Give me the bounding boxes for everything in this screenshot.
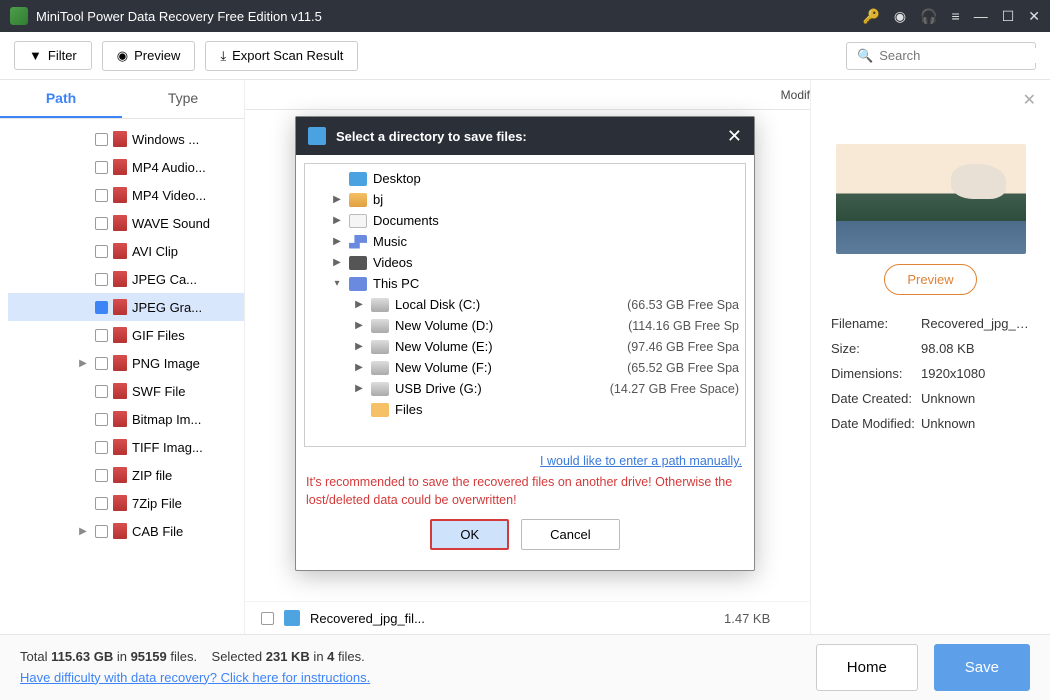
folder-icon — [349, 193, 367, 207]
folder-name: Desktop — [373, 171, 733, 186]
folder-icon — [349, 172, 367, 186]
chevron-icon[interactable]: ▶ — [353, 320, 365, 331]
folder-tree[interactable]: Desktop ▶ bj ▶ Documents ▶ Music ▶ Video… — [304, 163, 746, 447]
folder-name: New Volume (F:) — [395, 360, 621, 375]
folder-name: Files — [395, 402, 733, 417]
folder-row[interactable]: Desktop — [309, 168, 741, 189]
folder-row[interactable]: ▶ bj — [309, 189, 741, 210]
dialog-icon — [308, 127, 326, 145]
chevron-icon[interactable]: ▶ — [353, 362, 365, 373]
folder-row[interactable]: ▾ This PC — [309, 273, 741, 294]
folder-icon — [349, 277, 367, 291]
folder-row[interactable]: ▶ New Volume (F:) (65.52 GB Free Spa — [309, 357, 741, 378]
folder-row[interactable]: Files — [309, 399, 741, 420]
folder-icon — [349, 235, 367, 249]
folder-name: Documents — [373, 213, 733, 228]
folder-icon — [349, 256, 367, 270]
chevron-icon[interactable]: ▶ — [353, 383, 365, 394]
chevron-icon[interactable]: ▶ — [331, 257, 343, 268]
folder-icon — [371, 382, 389, 396]
folder-name: New Volume (E:) — [395, 339, 621, 354]
folder-row[interactable]: ▶ Music — [309, 231, 741, 252]
ok-button[interactable]: OK — [430, 519, 509, 550]
chevron-icon[interactable]: ▶ — [331, 194, 343, 205]
folder-row[interactable]: ▶ Local Disk (C:) (66.53 GB Free Spa — [309, 294, 741, 315]
free-space: (14.27 GB Free Space) — [610, 382, 739, 396]
chevron-icon[interactable]: ▶ — [331, 215, 343, 226]
dialog-title: Select a directory to save files: — [336, 129, 717, 144]
manual-path-link[interactable]: I would like to enter a path manually. — [540, 454, 742, 468]
folder-row[interactable]: ▶ USB Drive (G:) (14.27 GB Free Space) — [309, 378, 741, 399]
save-directory-dialog: Select a directory to save files: ✕ Desk… — [295, 116, 755, 571]
chevron-icon[interactable]: ▶ — [331, 236, 343, 247]
folder-row[interactable]: ▶ New Volume (D:) (114.16 GB Free Sp — [309, 315, 741, 336]
folder-name: New Volume (D:) — [395, 318, 622, 333]
cancel-button[interactable]: Cancel — [521, 519, 619, 550]
folder-icon — [349, 214, 367, 228]
folder-name: Music — [373, 234, 733, 249]
dialog-close-icon[interactable]: ✕ — [727, 126, 742, 147]
folder-icon — [371, 298, 389, 312]
free-space: (65.52 GB Free Spa — [627, 361, 739, 375]
folder-name: USB Drive (G:) — [395, 381, 604, 396]
dialog-warning-text: It's recommended to save the recovered f… — [304, 470, 746, 515]
folder-icon — [371, 361, 389, 375]
free-space: (97.46 GB Free Spa — [627, 340, 739, 354]
folder-name: Local Disk (C:) — [395, 297, 621, 312]
folder-row[interactable]: ▶ Documents — [309, 210, 741, 231]
modal-overlay: Select a directory to save files: ✕ Desk… — [0, 0, 1050, 700]
folder-name: This PC — [373, 276, 733, 291]
folder-icon — [371, 319, 389, 333]
folder-icon — [371, 403, 389, 417]
chevron-icon[interactable]: ▶ — [353, 341, 365, 352]
folder-icon — [371, 340, 389, 354]
free-space: (66.53 GB Free Spa — [627, 298, 739, 312]
folder-name: Videos — [373, 255, 733, 270]
folder-name: bj — [373, 192, 733, 207]
chevron-icon[interactable]: ▶ — [353, 299, 365, 310]
folder-row[interactable]: ▶ Videos — [309, 252, 741, 273]
free-space: (114.16 GB Free Sp — [628, 319, 739, 333]
folder-row[interactable]: ▶ New Volume (E:) (97.46 GB Free Spa — [309, 336, 741, 357]
chevron-icon[interactable]: ▾ — [331, 278, 343, 289]
